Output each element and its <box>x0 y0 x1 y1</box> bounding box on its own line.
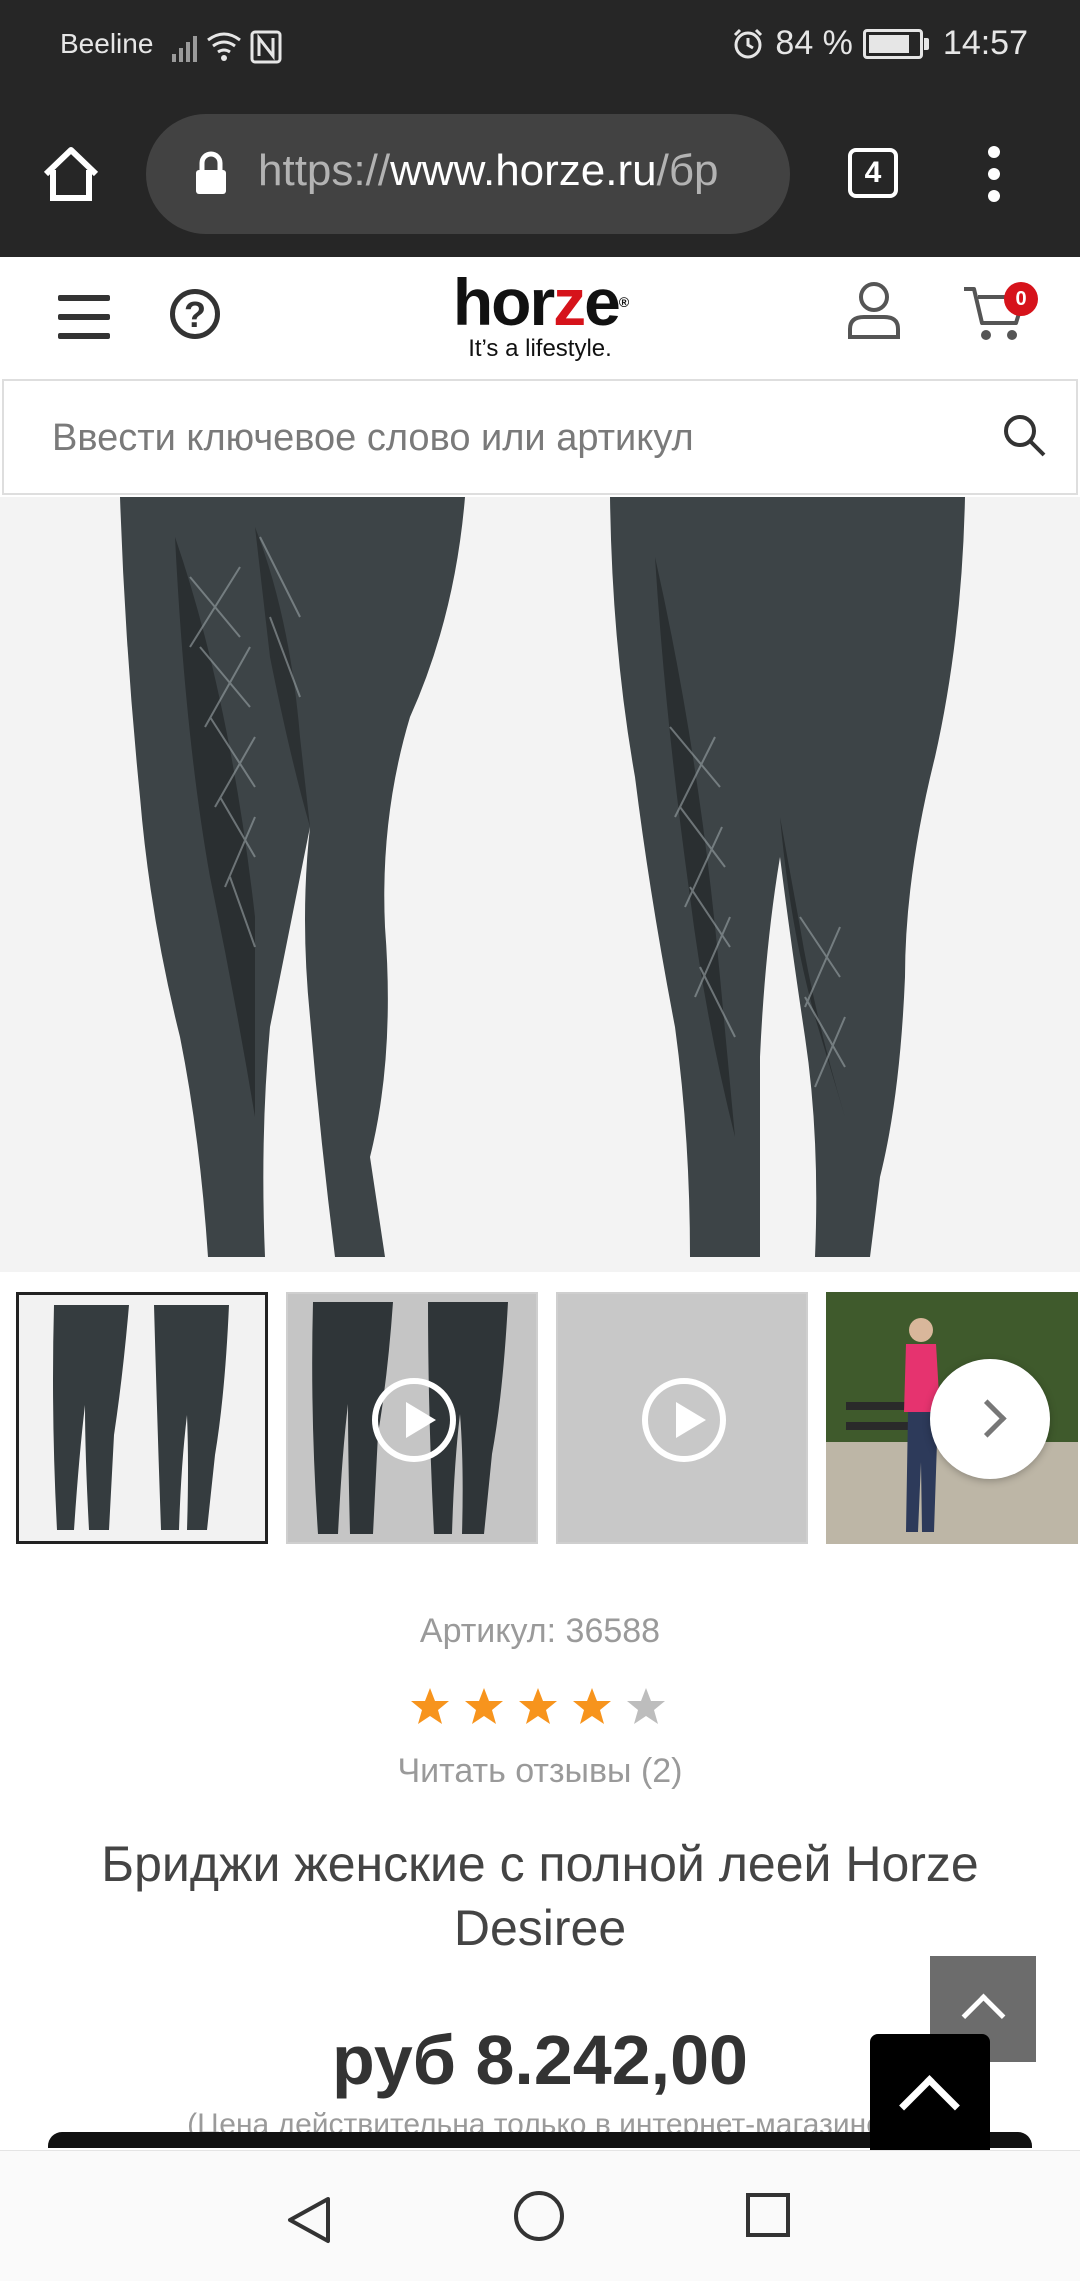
alarm-icon <box>734 28 763 58</box>
scroll-up-button[interactable] <box>870 2034 990 2154</box>
star-empty-icon <box>627 1688 665 1724</box>
more-menu-icon[interactable] <box>982 146 1006 206</box>
thumbnail-1[interactable] <box>16 1292 268 1544</box>
search-input[interactable] <box>50 407 954 469</box>
system-nav-bar <box>0 2150 1080 2281</box>
home-icon[interactable] <box>40 144 102 204</box>
product-sku: Артикул: 36588 <box>419 1612 661 1650</box>
logo-wordmark: horze® <box>452 265 629 339</box>
battery-icon <box>862 28 929 59</box>
thumbnail-strip <box>0 1276 1080 1556</box>
back-icon[interactable] <box>282 2193 336 2247</box>
status-bar: Beeline 84 % 14:57 <box>0 0 1080 92</box>
star-filled-icon <box>411 1688 449 1724</box>
product-main-image[interactable] <box>0 497 1080 1272</box>
logo-tagline: It’s a lifestyle. <box>468 335 612 362</box>
play-icon <box>372 1378 456 1462</box>
carrier-name: Beeline <box>60 28 154 59</box>
site-logo[interactable]: horze® It’s a lifestyle. <box>430 269 650 369</box>
search-bar <box>2 379 1078 495</box>
clock: 14:57 <box>942 24 1028 62</box>
status-right: 84 % 14:57 <box>731 24 1028 63</box>
address-bar[interactable]: https://www.horze.ru/бр <box>146 114 790 234</box>
account-icon[interactable] <box>846 279 902 341</box>
star-filled-icon <box>519 1688 557 1724</box>
site-header: ? horze® It’s a lifestyle. 0 <box>0 257 1080 377</box>
thumbnail-video-2[interactable] <box>556 1292 808 1544</box>
hamburger-menu-icon[interactable] <box>58 295 110 339</box>
search-icon[interactable] <box>1000 411 1048 459</box>
tab-switcher-button[interactable]: 4 <box>848 148 898 198</box>
recent-apps-icon[interactable] <box>746 2193 790 2237</box>
star-filled-icon <box>465 1688 503 1724</box>
breeches-photo <box>120 497 965 1257</box>
browser-toolbar: https://www.horze.ru/бр 4 <box>0 92 1080 257</box>
cart-count-badge: 0 <box>1004 282 1038 316</box>
star-filled-icon <box>573 1688 611 1724</box>
thumbnail-next-button[interactable] <box>930 1359 1050 1479</box>
thumbnail-video-1[interactable] <box>286 1292 538 1544</box>
battery-percent: 84 % <box>775 24 853 62</box>
product-title: Бриджи женские с полной леей Horze Desir… <box>101 1836 979 1956</box>
lock-icon <box>196 151 226 194</box>
url-text: https://www.horze.ru/бр <box>258 146 719 195</box>
rating-stars <box>410 1686 672 1732</box>
home-nav-icon[interactable] <box>514 2191 564 2241</box>
read-reviews-link[interactable]: Читать отзывы (2) <box>0 1752 1080 1791</box>
thumbnail-image <box>53 1305 229 1530</box>
signal-icons <box>172 30 282 64</box>
help-icon[interactable]: ? <box>170 289 220 339</box>
play-icon <box>642 1378 726 1462</box>
